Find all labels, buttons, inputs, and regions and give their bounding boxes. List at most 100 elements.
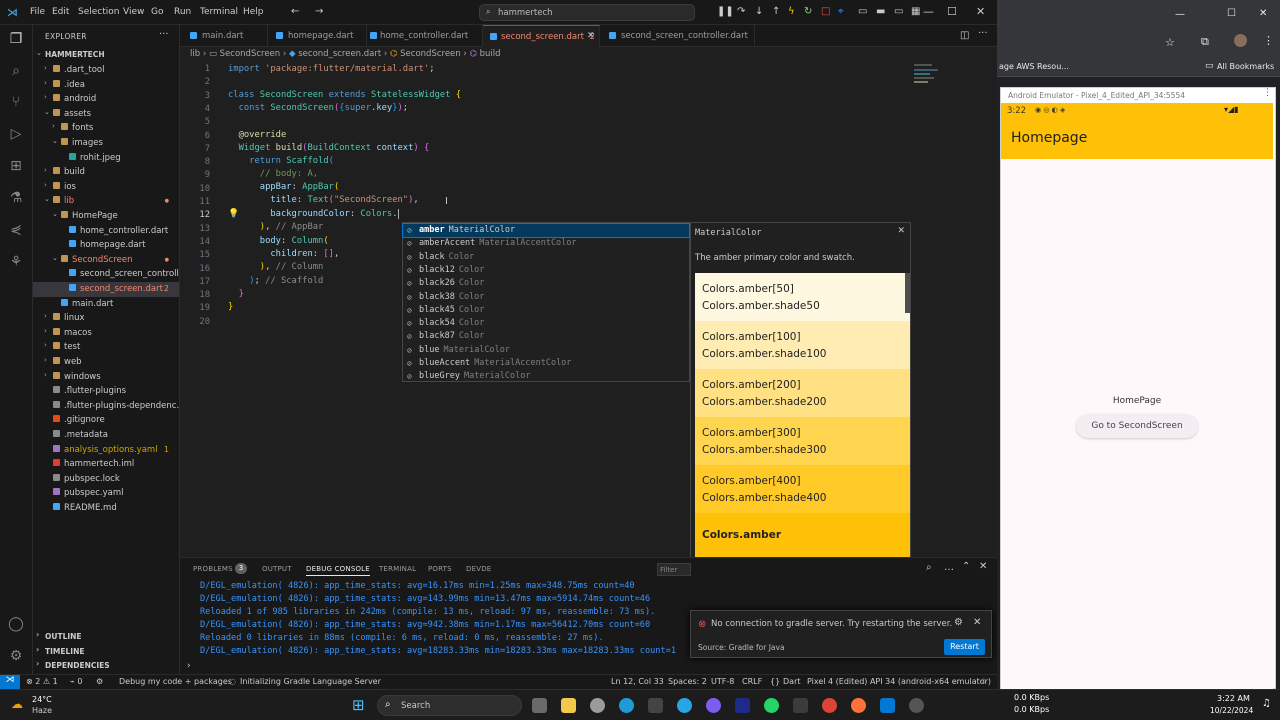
debug-mode-status[interactable]: Debug my code + packages [119,677,232,686]
notifications-bell-icon[interactable]: ♢ [980,677,987,686]
language-status[interactable]: Dart [783,677,801,686]
panel-tab-output[interactable]: OUTPUT [262,565,292,573]
telegram-icon[interactable] [677,698,692,713]
explorer-icon[interactable]: ❐ [7,31,25,49]
store-icon[interactable] [648,698,663,713]
device-status[interactable]: Pixel 4 (Edited) API 34 (android-x64 emu… [807,677,991,686]
suggestion-item[interactable]: ⊘ amberAccent MaterialAccentColor [403,237,689,250]
docs-scrollbar[interactable] [905,273,910,313]
clock-time[interactable]: 3:22 AM [1217,694,1250,703]
debug-pause-icon[interactable]: ❚❚ [717,6,734,17]
code-line[interactable]: class SecondScreen extends StatelessWidg… [228,90,461,100]
notification-settings-icon[interactable]: ⚙ [954,617,963,628]
python-icon[interactable]: ⚘ [7,254,25,272]
minimap[interactable] [914,64,944,90]
layout-sidebar-icon[interactable]: ▭ [858,6,867,17]
maximize-icon[interactable]: ☐ [947,5,957,18]
tree-item[interactable]: main.dart [33,297,179,312]
panel-tab-ports[interactable]: PORTS [428,565,452,573]
settings-gear-icon[interactable]: ⚙ [7,648,25,666]
suggestion-item[interactable]: ⊘ black45 Color [403,304,689,317]
remote-icon[interactable]: ⋊ [0,675,20,689]
tab-second-screen-dart[interactable]: second_screen.dart 2 ✕ [483,25,600,47]
outline-section[interactable]: › OUTLINE [33,630,179,644]
gradle-status[interactable]: Initializing Gradle Language Server [240,677,381,686]
go-to-second-screen-button[interactable]: Go to SecondScreen [1076,414,1198,438]
extensions-puzzle-icon[interactable]: ⧉ [1201,35,1209,49]
tree-item[interactable]: ⌄ HomePage [33,209,179,224]
code-line[interactable]: return Scaffold( [228,156,334,166]
debug-step-into-icon[interactable]: ↓ [755,6,763,17]
more-actions-icon[interactable]: ··· [159,29,169,40]
debug-stop-icon[interactable]: □ [821,6,830,17]
menu-help[interactable]: Help [243,7,264,17]
messenger-icon[interactable] [706,698,721,713]
tree-item[interactable]: › fonts [33,121,179,136]
extensions-icon[interactable]: ⊞ [7,158,25,176]
panel-tab-devtools[interactable]: DEVDE [466,565,491,573]
tree-item[interactable]: README.md [33,501,179,516]
taskbar-search[interactable]: ⌕ Search [377,695,522,716]
source-control-icon[interactable]: ⑂ [7,94,25,112]
suggestion-item[interactable]: ⊘ black Color [403,251,689,264]
panel-tab-debug-console[interactable]: DEBUG CONSOLE [306,565,370,576]
close-window-icon[interactable]: ✕ [976,5,985,18]
search-activity-icon[interactable]: ⌕ [7,63,25,81]
maximize-panel-icon[interactable]: ⌃ [962,561,970,572]
tree-item[interactable]: › .dart_tool [33,63,179,78]
code-line[interactable]: body: Column( [228,236,329,246]
tree-item[interactable]: ⌄ SecondScreen ● [33,253,179,268]
problems-status[interactable]: ⊗ 2 ⚠ 1 [26,677,58,686]
whatsapp-icon[interactable] [764,698,779,713]
split-editor-icon[interactable]: ◫ [960,30,969,41]
tree-item[interactable]: ⌄ images [33,136,179,151]
menu-file[interactable]: File [30,7,45,17]
back-arrow-icon[interactable]: ← [291,6,299,17]
close-notification-icon[interactable]: ✕ [973,617,981,628]
tree-item[interactable]: › android [33,92,179,107]
indent-status[interactable]: Spaces: 2 [668,677,707,686]
panel-tab-problems[interactable]: PROBLEMS [193,565,233,573]
browser-menu-icon[interactable]: ⋮ [1263,34,1274,47]
panel-tab-terminal[interactable]: TERMINAL [379,565,416,573]
restart-button[interactable]: Restart [944,639,985,655]
customize-layout-icon[interactable]: ▦ [911,6,920,17]
flutter-icon[interactable]: ⋞ [7,222,25,240]
suggestion-item[interactable]: ⊘ black26 Color [403,277,689,290]
tree-item[interactable]: ⌄ assets [33,107,179,122]
code-line[interactable]: } [228,302,233,312]
tree-item[interactable]: .flutter-plugins [33,384,179,399]
app-icon[interactable] [735,698,750,713]
suggestion-item[interactable]: ⊘ black54 Color [403,317,689,330]
bookmark-item[interactable]: age AWS Resou... [999,62,1069,71]
tree-item[interactable]: .flutter-plugins-dependenc... [33,399,179,414]
browser-maximize-icon[interactable]: ☐ [1227,8,1236,19]
tree-item[interactable]: pubspec.yaml [33,486,179,501]
task-view-icon[interactable] [532,698,547,713]
bookmark-star-icon[interactable]: ☆ [1165,36,1175,49]
encoding-status[interactable]: UTF-8 [711,677,734,686]
collapse-icon[interactable]: … [944,562,954,573]
tree-item[interactable]: .gitignore [33,413,179,428]
autocomplete-list[interactable]: ⊘ amber MaterialColor ⊘ amberAccent MaterialA… [402,222,690,382]
layout-panel-icon[interactable]: ▬ [876,6,885,17]
breadcrumb-item[interactable]: second_screen.dart [298,49,381,59]
hot-reload-icon[interactable]: ϟ [788,6,795,17]
code-line[interactable]: import 'package:flutter/material.dart'; [228,64,435,74]
suggestion-item[interactable]: ⊘ black12 Color [403,264,689,277]
tree-item[interactable]: hammertech.iml [33,457,179,472]
code-line[interactable]: children: [], [228,249,339,259]
editor-more-icon[interactable]: ··· [978,28,988,39]
tree-item[interactable]: pubspec.lock [33,472,179,487]
vscode-taskbar-icon[interactable] [880,698,895,713]
menu-edit[interactable]: Edit [52,7,69,17]
edge-icon[interactable] [619,698,634,713]
account-icon[interactable]: ◯ [7,616,25,634]
browser-minimize-icon[interactable]: — [1175,9,1185,20]
breadcrumb-item[interactable]: SecondScreen [220,49,281,59]
tree-item[interactable]: second_screen.dart 2 [33,282,179,297]
tab-main-dart[interactable]: main.dart [180,25,268,47]
notification-bell-icon[interactable]: ♫ [1262,698,1271,709]
console-filter-input[interactable]: Filter (e.g. [657,563,691,576]
app-icon[interactable] [793,698,808,713]
